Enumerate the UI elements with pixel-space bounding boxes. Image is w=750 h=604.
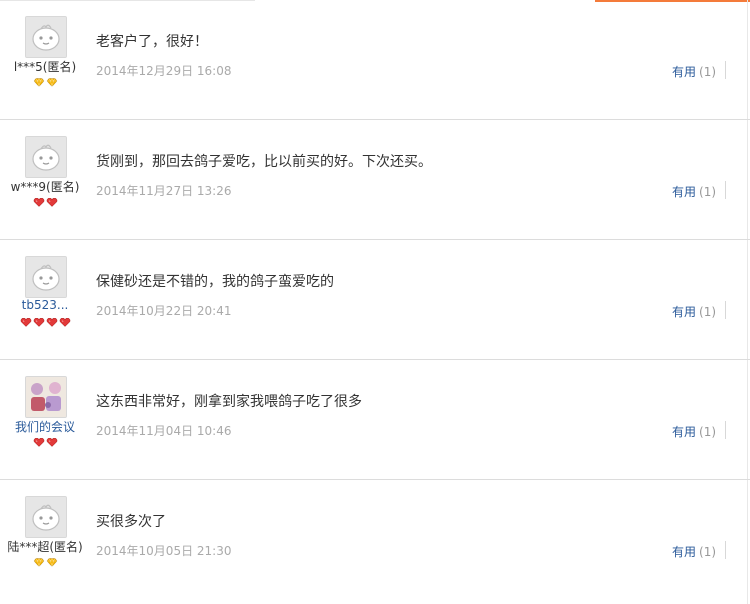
avatar[interactable] [25, 136, 67, 178]
default-avatar-icon [26, 497, 66, 537]
review-text: 货刚到，那回去鸽子爱吃，比以前买的好。下次还买。 [96, 154, 432, 170]
review-date: 2014年11月27日 13:26 [96, 184, 232, 198]
useful-button[interactable]: 有用 (1) [672, 61, 726, 80]
divider [725, 181, 726, 199]
red-heart-badge-icon [33, 438, 45, 447]
useful-count: (1) [699, 545, 717, 559]
reviewer-name: 陆***超(匿名) [7, 540, 83, 554]
useful-label[interactable]: 有用 [672, 185, 696, 199]
useful-button[interactable]: 有用 (1) [672, 301, 726, 320]
reviewer-name[interactable]: tb523... [0, 298, 90, 312]
review-date: 2014年12月29日 16:08 [96, 64, 232, 78]
red-heart-badge-icon [46, 318, 58, 327]
reviewer-level-badges [0, 438, 90, 447]
reviewer-name: l***5(匿名) [13, 60, 77, 74]
reviewer-level-badges [0, 318, 90, 327]
useful-label[interactable]: 有用 [672, 305, 696, 319]
useful-label[interactable]: 有用 [672, 65, 696, 79]
review-text: 保健砂还是不错的，我的鸽子蛮爱吃的 [96, 274, 334, 290]
red-heart-badge-icon [46, 198, 58, 207]
avatar[interactable] [25, 376, 67, 418]
review-date: 2014年10月22日 20:41 [96, 304, 232, 318]
review-text: 老客户了，很好！ [96, 34, 208, 50]
reviewer-level-badges [0, 558, 90, 567]
review-text: 买很多次了 [96, 514, 166, 530]
reviewer-level-badges [0, 78, 90, 87]
red-heart-badge-icon [33, 198, 45, 207]
review-item: w***9(匿名) 货刚到，那回去鸽子爱吃，比以前买的好。下次还买。 2014年… [0, 120, 750, 240]
review-text: 这东西非常好，刚拿到家我喂鸽子吃了很多 [96, 394, 362, 410]
review-item: 陆***超(匿名) 买很多次了 2014年10月05日 21:30 有用 (1) [0, 480, 750, 600]
divider [725, 421, 726, 439]
divider [725, 301, 726, 319]
reviewer-level-badges [0, 198, 90, 207]
review-item: l***5(匿名) 老客户了，很好！ 2014年12月29日 16:08 有用(… [0, 0, 750, 120]
review-date: 2014年10月05日 21:30 [96, 544, 232, 558]
avatar[interactable] [25, 16, 67, 58]
gold-diamond-badge-icon [46, 558, 58, 567]
useful-label[interactable]: 有用 [672, 545, 696, 559]
reviewer-name[interactable]: 我们的会议 [0, 418, 90, 435]
default-avatar-icon [26, 257, 66, 297]
gold-diamond-badge-icon [46, 78, 58, 87]
red-heart-badge-icon [33, 318, 45, 327]
review-item: 我们的会议 这东西非常好，刚拿到家我喂鸽子吃了很多 2014年11月04日 10… [0, 360, 750, 480]
red-heart-badge-icon [20, 318, 32, 327]
useful-label[interactable]: 有用 [672, 425, 696, 439]
red-heart-badge-icon [46, 438, 58, 447]
divider [725, 61, 726, 79]
useful-button[interactable]: 有用 (1) [672, 541, 726, 560]
useful-count: (1) [699, 185, 717, 199]
default-avatar-icon [26, 137, 66, 177]
review-date: 2014年11月04日 10:46 [96, 424, 232, 438]
gold-diamond-badge-icon [33, 558, 45, 567]
useful-button[interactable]: 有用 (1) [672, 421, 726, 440]
divider [725, 541, 726, 559]
user-photo-icon [26, 377, 66, 417]
useful-button[interactable]: 有用 (1) [672, 181, 726, 200]
red-heart-badge-icon [59, 318, 71, 327]
useful-count: (1) [699, 65, 717, 79]
gold-diamond-badge-icon [33, 78, 45, 87]
useful-count: (1) [699, 425, 717, 439]
useful-count: (1) [699, 305, 717, 319]
avatar[interactable] [25, 496, 67, 538]
review-item: tb523... 保健砂还是不错的，我的鸽子蛮爱吃的 2014年10月22日 2… [0, 240, 750, 360]
reviewer-name: w***9(匿名) [10, 180, 80, 194]
default-avatar-icon [26, 17, 66, 57]
avatar[interactable] [25, 256, 67, 298]
